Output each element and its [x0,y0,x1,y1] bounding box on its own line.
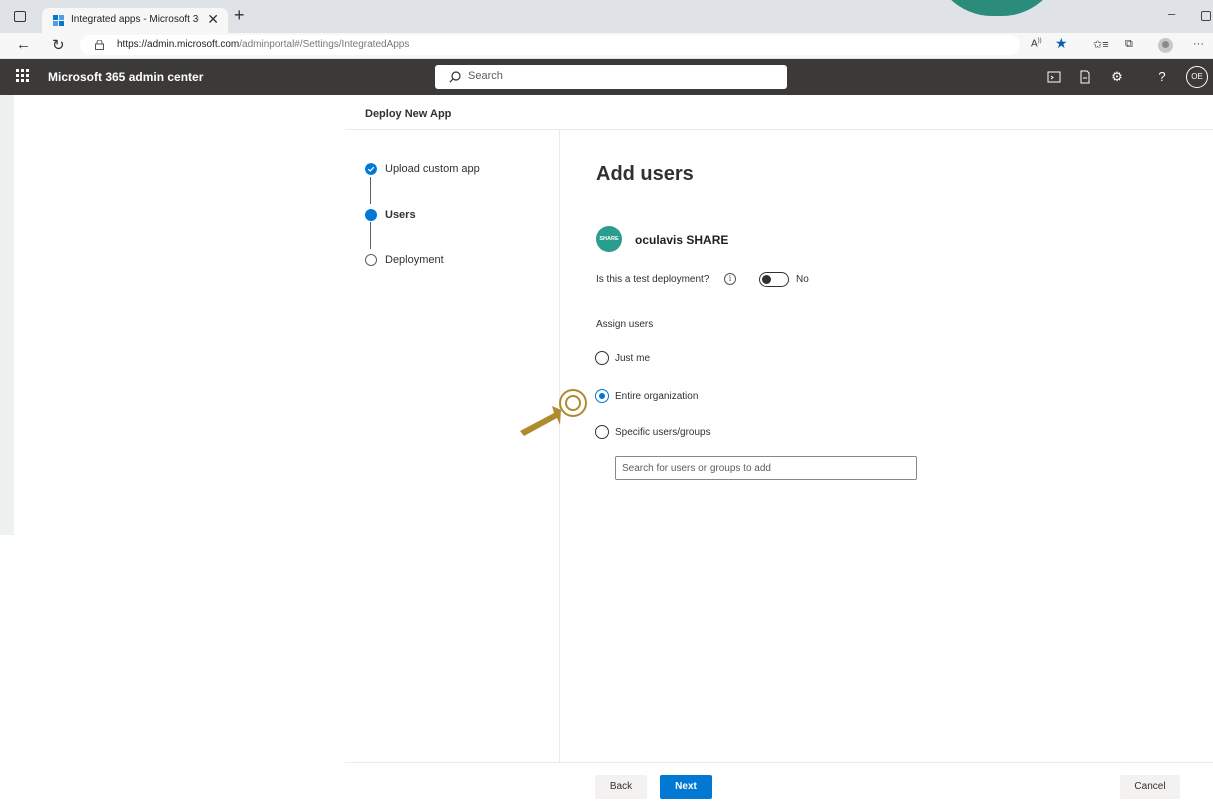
m365-header: Microsoft 365 admin center Search ⚙ ? OE [0,59,1213,95]
back-button[interactable]: Back [595,775,647,799]
collections-icon[interactable]: ⧉ [1125,38,1133,51]
step-connector [370,177,371,204]
next-button[interactable]: Next [660,775,712,799]
toggle-state-label: No [796,274,809,285]
minimize-icon[interactable]: – [1168,6,1175,21]
app-name[interactable]: Microsoft 365 admin center [48,70,203,84]
radio-label[interactable]: Specific users/groups [615,427,711,438]
url-text: https://admin.microsoft.com/adminportal#… [117,39,409,50]
info-icon[interactable]: i [724,273,736,285]
avatar[interactable]: OE [1186,66,1208,88]
user-search-placeholder: Search for users or groups to add [622,463,771,474]
left-gutter [0,95,14,535]
terminal-icon[interactable] [1046,69,1062,85]
check-circle-icon [365,163,377,175]
read-aloud-icon[interactable]: A)) [1031,38,1042,49]
help-icon[interactable]: ? [1154,69,1170,85]
address-bar-row: ← ↻ https://admin.microsoft.com/adminpor… [0,33,1213,59]
assign-users-label: Assign users [596,319,654,330]
app-name-label: oculavis SHARE [635,233,729,247]
settings-gear-icon[interactable]: ⚙ [1109,69,1125,85]
search-icon [449,71,461,83]
app-launcher-icon[interactable] [16,69,30,83]
radio-entire-organization[interactable] [595,389,609,403]
new-tab-button[interactable]: + [234,5,245,26]
panel-title: Deploy New App [365,108,452,120]
step-label: Upload custom app [385,163,480,175]
current-step-icon [365,209,377,221]
test-deployment-toggle[interactable] [759,272,789,287]
refresh-icon[interactable]: ↻ [52,36,65,54]
page-heading: Add users [596,163,694,185]
browser-tab-bar: Integrated apps - Microsoft 365 a ✕ + – [0,0,1213,33]
radio-just-me[interactable] [595,351,609,365]
url-field[interactable]: https://admin.microsoft.com/adminportal#… [80,35,1020,55]
divider [345,129,1213,130]
step-label: Deployment [385,254,444,266]
tab-title: Integrated apps - Microsoft 365 a [71,14,199,25]
url-host: https://admin.microsoft.com [117,39,240,50]
maximize-icon[interactable] [1201,11,1211,21]
tutorial-pointer-icon [520,389,587,436]
search-placeholder: Search [468,70,503,82]
header-search-input[interactable]: Search [435,65,787,89]
url-path: /adminportal#/Settings/IntegratedApps [239,39,410,50]
step-label: Users [385,209,416,221]
more-menu-icon[interactable]: ··· [1193,38,1204,50]
step-connector [370,222,371,249]
back-arrow-icon[interactable]: ← [16,36,31,53]
document-icon[interactable] [1077,69,1093,85]
divider [559,130,560,762]
tab-close-icon[interactable]: ✕ [207,11,219,28]
cancel-button[interactable]: Cancel [1120,775,1180,799]
radio-label[interactable]: Just me [615,353,650,364]
tab-actions-icon[interactable] [14,11,26,22]
profile-icon[interactable] [1158,38,1173,53]
browser-tab[interactable]: Integrated apps - Microsoft 365 a ✕ [42,8,228,33]
divider [345,762,1213,763]
lock-icon [95,40,104,50]
radio-label[interactable]: Entire organization [615,391,698,402]
test-deployment-label: Is this a test deployment? [596,274,710,285]
decorative-shape [932,0,1062,16]
m365-admin-favicon-icon [53,15,64,26]
favorite-star-icon[interactable]: ★ [1055,35,1068,52]
pending-step-icon [365,254,377,266]
user-search-input[interactable]: Search for users or groups to add [615,456,917,480]
favorites-list-icon[interactable]: ✩≡ [1093,38,1109,51]
radio-specific-users-groups[interactable] [595,425,609,439]
app-logo: SHARE [596,226,622,252]
